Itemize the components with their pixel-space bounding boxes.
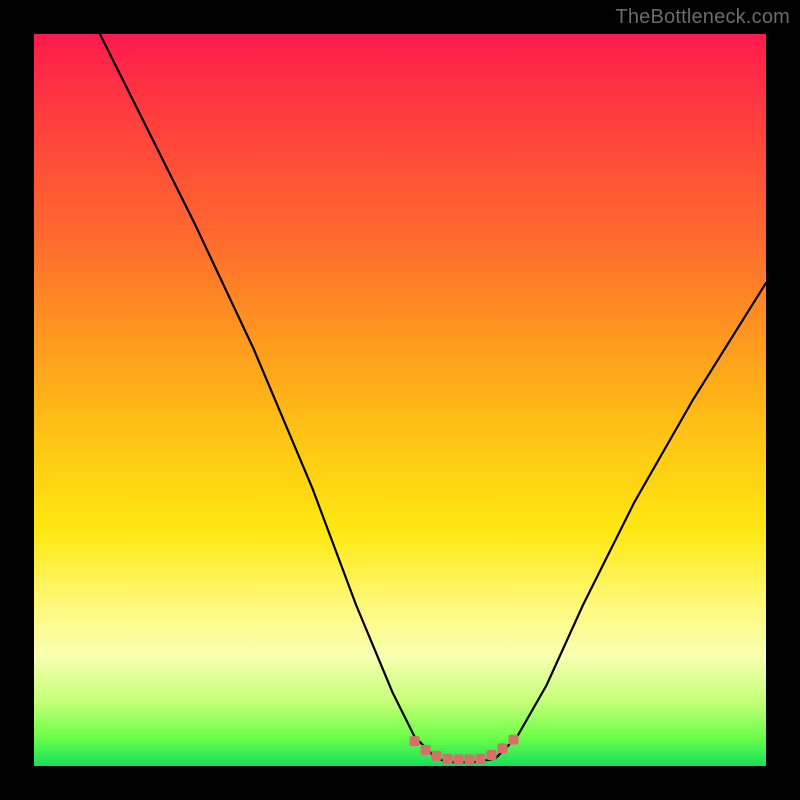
bottom-markers-group — [410, 735, 519, 765]
marker-dot — [410, 736, 420, 746]
marker-dot — [498, 743, 508, 753]
marker-dot — [421, 745, 431, 755]
marker-dot — [476, 754, 486, 764]
marker-dot — [454, 754, 464, 764]
plot-area — [34, 34, 766, 766]
marker-dot — [443, 754, 453, 764]
marker-dot — [432, 751, 442, 761]
watermark-text: TheBottleneck.com — [615, 6, 790, 29]
marker-dot — [487, 750, 497, 760]
bottleneck-curve-path — [100, 34, 766, 762]
chart-svg — [34, 34, 766, 766]
chart-frame: TheBottleneck.com — [0, 0, 800, 800]
marker-dot — [465, 754, 475, 764]
marker-dot — [509, 735, 519, 745]
